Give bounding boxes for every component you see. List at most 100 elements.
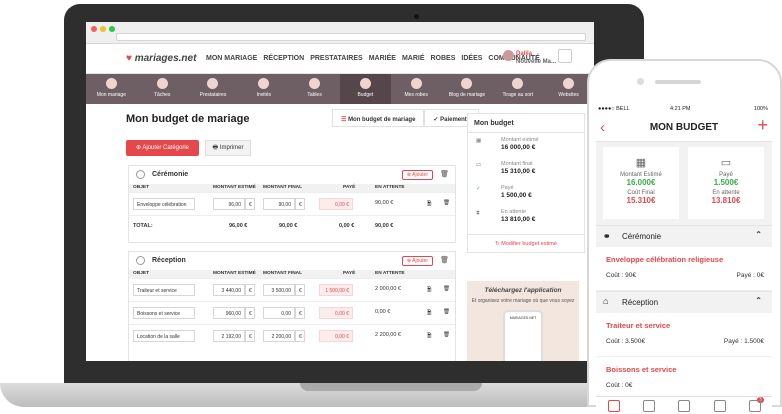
tool-tables[interactable]: Tables (289, 74, 340, 104)
logo[interactable]: ♥ mariages.net (126, 53, 196, 64)
search-tab-icon[interactable] (631, 397, 666, 414)
promo-text: Et organisez votre mariage où que vous s… (471, 298, 575, 304)
estimated-field[interactable]: 3 440,00 (213, 284, 245, 296)
ceremony-icon (136, 170, 145, 179)
minimize-dot[interactable] (100, 26, 106, 32)
document-icon[interactable]: 🗎 (427, 332, 431, 341)
app-promo[interactable]: Téléchargez l'application Et organisez v… (467, 281, 579, 361)
main-content: Mon budget de mariage ☰ Mon budget de ma… (86, 105, 594, 361)
estimated-field[interactable]: 960,00 (213, 307, 245, 319)
nav-link[interactable]: MARIÉE (369, 55, 396, 62)
add-item-button[interactable]: ⊕ Ajouter (401, 170, 433, 180)
tool-tirage[interactable]: Tirage au sort (492, 74, 543, 104)
avatar (503, 50, 514, 61)
reception-icon (136, 256, 145, 265)
nav-link[interactable]: IDÉES (461, 55, 482, 62)
phone-camera (637, 78, 644, 85)
close-dot[interactable] (91, 26, 97, 32)
trash-icon[interactable]: 🗑 (443, 309, 450, 315)
section-reception[interactable]: ⌂ Réception ⌃ (596, 291, 772, 313)
list-item[interactable]: Boissons et service Coût : 0€ (596, 357, 772, 401)
list-item[interactable]: Enveloppe célébration religieuse Coût : … (596, 247, 772, 291)
item-name-field[interactable]: Location de la salle (133, 330, 195, 342)
dress-icon (410, 78, 422, 89)
final-field[interactable]: 3 500,00 (263, 284, 295, 296)
nav-link[interactable]: ROBES (431, 55, 456, 62)
item-name-field[interactable]: Traiteur et service (133, 284, 195, 296)
nav-link[interactable]: MON MARIAGE (206, 55, 257, 62)
maximize-dot[interactable] (109, 26, 115, 32)
glove-tab-icon[interactable] (666, 397, 701, 414)
nav-link[interactable]: PRESTATAIRES (310, 55, 363, 62)
section-ceremonie[interactable]: ⚭ Cérémonie ⌃ (596, 225, 772, 247)
tools-bar: Mon mariage Tâches Prestataires Invités … (86, 74, 594, 104)
chevron-up-icon[interactable]: ⌃ (755, 296, 762, 305)
menu-tab-icon[interactable]: 3 (737, 397, 772, 414)
final-field[interactable]: 2 200,00 (263, 330, 295, 342)
item-name-field[interactable]: Boissons et service (133, 307, 195, 319)
trash-icon[interactable]: 🗑 (443, 200, 450, 206)
document-icon[interactable]: 🗎 (427, 286, 431, 295)
add-category-button[interactable]: ⊕ Ajouter Catégorie (126, 140, 199, 156)
paid-field[interactable]: 0,00 € (319, 307, 353, 319)
tool-budget[interactable]: Budget (339, 74, 391, 104)
add-item-button[interactable]: ⊕ Ajouter (401, 256, 433, 266)
hourglass-icon: ⧗ (476, 210, 480, 216)
list-item[interactable]: Traiteur et service Coût : 3.500€ Payé :… (596, 313, 772, 357)
trash-icon[interactable]: 🗑 (440, 256, 449, 264)
heart-tab-icon[interactable] (702, 397, 737, 414)
nav-link[interactable]: MARIÉ (402, 55, 425, 62)
estimated-field[interactable]: 96,00 (213, 198, 245, 210)
address-bar[interactable] (116, 33, 586, 41)
category-ceremonie: Cérémonie ⊕ Ajouter 🗑 OBJET MONTANT ESTI… (128, 165, 456, 243)
tool-taches[interactable]: Tâches (137, 74, 188, 104)
notification-badge: 3 (756, 397, 764, 403)
tool-blog[interactable]: Blog de mariage (442, 74, 493, 104)
hamburger-icon[interactable] (558, 49, 572, 63)
wallet-icon: ▭ (720, 157, 732, 169)
document-icon[interactable]: 🗎 (427, 309, 431, 318)
item-name-field[interactable]: Enveloppe célébration (133, 198, 195, 210)
tool-robes[interactable]: Mes robes (391, 74, 442, 104)
category-reception: Réception ⊕ Ajouter 🗑 OBJET MONTANT ESTI… (128, 251, 456, 361)
nav-link[interactable]: RÉCEPTION (263, 55, 304, 62)
trash-icon[interactable]: 🗑 (443, 332, 450, 338)
table-row: Boissons et service 960,00 € 0,00 € 0,00… (129, 301, 455, 324)
table-header: OBJET MONTANT ESTIMÉ MONTANT FINAL PAYÉ … (129, 270, 455, 278)
nav-links: MON MARIAGE RÉCEPTION PRESTATAIRES MARIÉ… (206, 55, 540, 62)
estimated-field[interactable]: 2 192,00 (213, 330, 245, 342)
tool-prestataires[interactable]: Prestataires (188, 74, 239, 104)
final-field[interactable]: 90,00 (263, 198, 295, 210)
summary-values: ▦ Montant estimé 16 000,00 € ▭ Montant fi… (467, 133, 585, 235)
paid-field[interactable]: 0,00 € (319, 330, 353, 342)
user-menu[interactable]: Dalila Nouvelle Ma... (503, 50, 556, 66)
camera (414, 14, 419, 19)
modify-budget-link[interactable]: ↻ Modifier budget estimé (467, 235, 585, 253)
guests-icon (258, 78, 270, 89)
phone-tab-bar: 3 (596, 396, 772, 414)
table-header: OBJET MONTANT ESTIMÉ MONTANT FINAL PAYÉ … (129, 184, 455, 192)
final-field[interactable]: 0,00 (263, 307, 295, 319)
trash-icon[interactable]: 🗑 (443, 286, 450, 292)
summary-title: Mon budget (467, 113, 585, 133)
tool-invites[interactable]: Invités (238, 74, 289, 104)
print-button[interactable]: 🖶 Imprimer (205, 140, 251, 156)
budget-summary: Mon budget ▦ Montant estimé 16 000,00 € ▭… (467, 113, 585, 253)
phone-speaker (655, 80, 701, 84)
trash-icon[interactable]: 🗑 (440, 170, 449, 178)
add-icon[interactable]: + (757, 115, 768, 136)
tab-budget[interactable]: ☰ Mon budget de mariage (332, 109, 425, 127)
check-icon: ✓ (476, 186, 481, 192)
budget-tab-icon[interactable] (596, 397, 631, 414)
laptop-notch (300, 383, 482, 391)
tool-mon-mariage[interactable]: Mon mariage (86, 74, 137, 104)
category-title: Cérémonie (152, 171, 189, 178)
phone-header: ‹ MON BUDGET + (596, 114, 772, 142)
document-icon[interactable]: 🗎 (427, 200, 431, 209)
chevron-up-icon[interactable]: ⌃ (755, 230, 762, 239)
vendor-icon (207, 78, 219, 89)
table-row: Location de la salle 2 192,00 € 2 200,00… (129, 324, 455, 347)
paid-field[interactable]: 1 500,00 € (319, 284, 353, 296)
ring-icon (105, 78, 117, 89)
paid-field[interactable]: 0,00 € (319, 198, 353, 210)
